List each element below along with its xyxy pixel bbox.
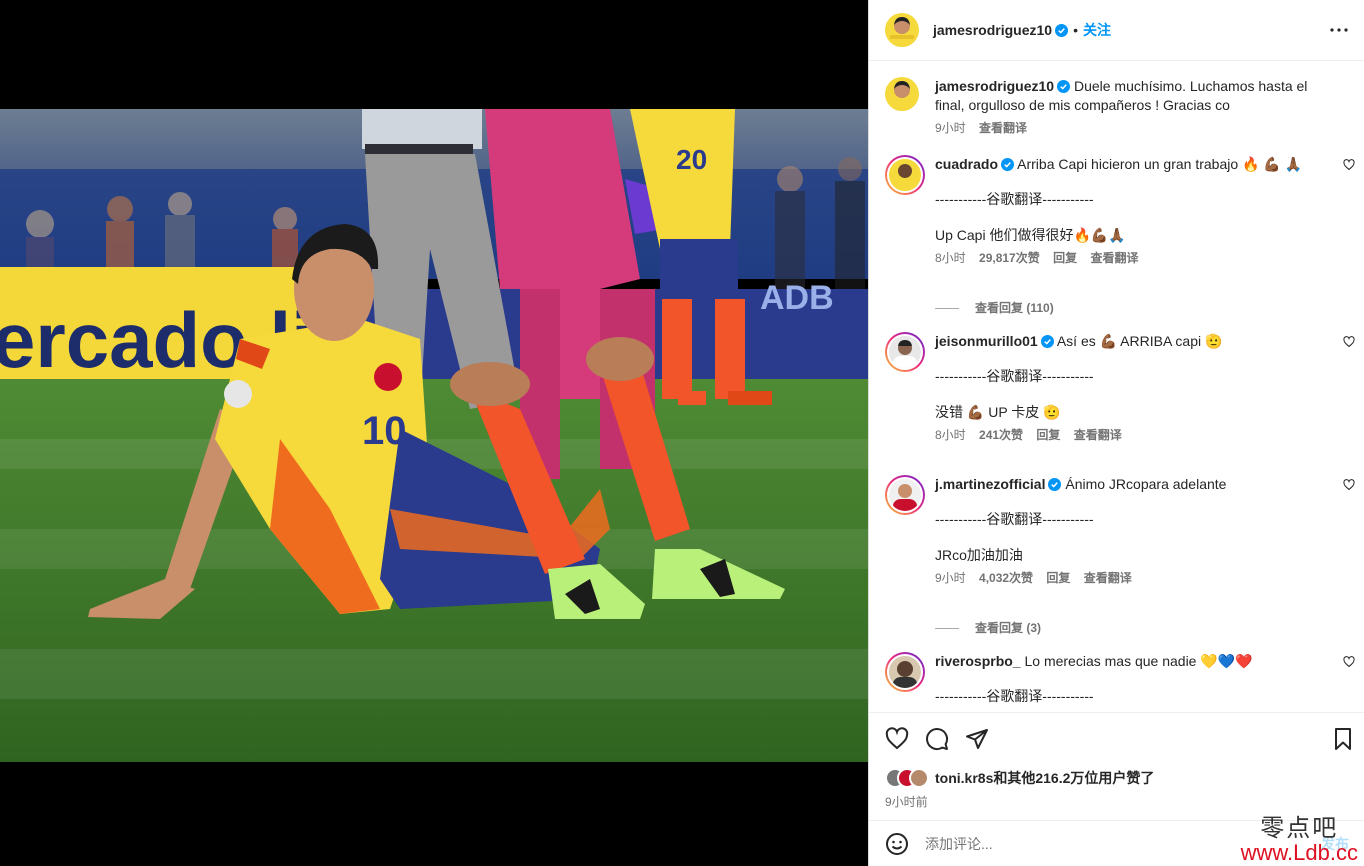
translation-text: JRco加油加油 [935, 547, 1023, 563]
heart-icon[interactable] [1343, 336, 1355, 348]
translation-text: 没错 💪🏾 UP 卡皮 🫡 [935, 404, 1061, 420]
watermark-line2: www.Ldb.cc [1240, 840, 1358, 865]
comment-text: Así es 💪🏾 ARRIBA capi 🫡 [1056, 333, 1223, 349]
post-actions: toni.kr8s和其他216.2万位用户赞了 9小时前 [869, 712, 1364, 820]
translation-divider: -----------谷歌翻译----------- [935, 511, 1094, 527]
comment-time: 8小时 [935, 251, 966, 265]
watermark: 零点吧 www.Ldb.cc [1241, 816, 1358, 864]
post-time: 9小时前 [885, 795, 928, 809]
translation-divider: -----------谷歌翻译----------- [935, 191, 1094, 207]
heart-icon[interactable] [1343, 656, 1355, 668]
translation-text: Up Capi 他们做得很好🔥💪🏾🙏🏾 [935, 227, 1126, 243]
watermark-line1: 零点吧 [1260, 814, 1339, 842]
heart-icon[interactable] [885, 727, 909, 751]
view-replies-button[interactable]: 查看回复 (110) [935, 299, 1054, 316]
verified-icon [1057, 80, 1071, 93]
author-avatar[interactable] [885, 13, 919, 47]
photo-illustration: ercado libre ADB 20 10 [0, 109, 868, 762]
post-media: ercado libre ADB 20 10 [0, 0, 868, 866]
post-photo[interactable]: ercado libre ADB 20 10 [0, 109, 868, 762]
verified-icon [1001, 158, 1015, 171]
liker-avatar [909, 768, 929, 788]
comment-input[interactable] [925, 835, 1255, 852]
bg-jersey-number: 20 [676, 144, 707, 175]
emoji-icon[interactable] [885, 832, 909, 856]
verified-icon [1048, 478, 1062, 491]
post-header: jamesrodriguez10 • 关注 [869, 0, 1364, 61]
commenter-avatar[interactable] [885, 332, 925, 372]
comment-text: Lo merecias mas que nadie 💛💙❤️ [1024, 653, 1253, 669]
comment-likes[interactable]: 4,032次赞 [979, 571, 1033, 585]
caption-time: 9小时 [935, 121, 966, 135]
bookmark-icon[interactable] [1331, 727, 1355, 751]
comment-time: 8小时 [935, 428, 966, 442]
comment-likes[interactable]: 29,817次赞 [979, 251, 1040, 265]
translate-link[interactable]: 查看翻译 [1090, 251, 1138, 265]
comment-likes[interactable]: 241次赞 [979, 428, 1023, 442]
board-text: ADB [760, 279, 834, 317]
verified-icon [1055, 23, 1069, 37]
post-panel: jamesrodriguez10 • 关注 jamesrodriguez10 D… [868, 0, 1364, 866]
follow-button[interactable]: 关注 [1083, 20, 1111, 40]
likes-text[interactable]: toni.kr8s和其他216.2万位用户赞了 [935, 768, 1154, 788]
view-replies-button[interactable]: 查看回复 (3) [935, 619, 1041, 636]
caption-translate-link[interactable]: 查看翻译 [979, 121, 1027, 135]
reply-button[interactable]: 回复 [1036, 428, 1060, 442]
more-icon[interactable] [1329, 20, 1349, 40]
comment-time: 9小时 [935, 571, 966, 585]
verified-icon [1040, 335, 1054, 348]
commenter-username[interactable]: riverosprbo_ [935, 653, 1021, 669]
commenter-username[interactable]: j.martinezofficial [935, 476, 1045, 492]
heart-icon[interactable] [1343, 159, 1355, 171]
commenter-username[interactable]: cuadrado [935, 156, 998, 172]
translation-divider: -----------谷歌翻译----------- [935, 368, 1094, 384]
commenter-avatar[interactable] [885, 652, 925, 692]
reply-button[interactable]: 回复 [1046, 571, 1070, 585]
comment-icon[interactable] [925, 727, 949, 751]
comment-text: Arriba Capi hicieron un gran trabajo 🔥 💪… [1017, 156, 1303, 172]
comment-text: Ánimo JRcopara adelante [1065, 476, 1227, 492]
reply-button[interactable]: 回复 [1053, 251, 1077, 265]
caption-username[interactable]: jamesrodriguez10 [935, 78, 1054, 94]
commenter-avatar[interactable] [885, 155, 925, 195]
author-username[interactable]: jamesrodriguez10 [933, 22, 1052, 38]
commenter-avatar[interactable] [885, 475, 925, 515]
commenter-username[interactable]: jeisonmurillo01 [935, 333, 1038, 349]
share-icon[interactable] [965, 727, 989, 751]
likes-summary[interactable]: toni.kr8s和其他216.2万位用户赞了 [885, 768, 1154, 788]
heart-icon[interactable] [1343, 479, 1355, 491]
author-avatar[interactable] [885, 77, 919, 111]
translate-link[interactable]: 查看翻译 [1074, 428, 1122, 442]
comments-list[interactable]: jamesrodriguez10 Duele muchísimo. Lucham… [869, 62, 1364, 712]
translate-link[interactable]: 查看翻译 [1084, 571, 1132, 585]
translation-divider: -----------谷歌翻译----------- [935, 688, 1094, 704]
